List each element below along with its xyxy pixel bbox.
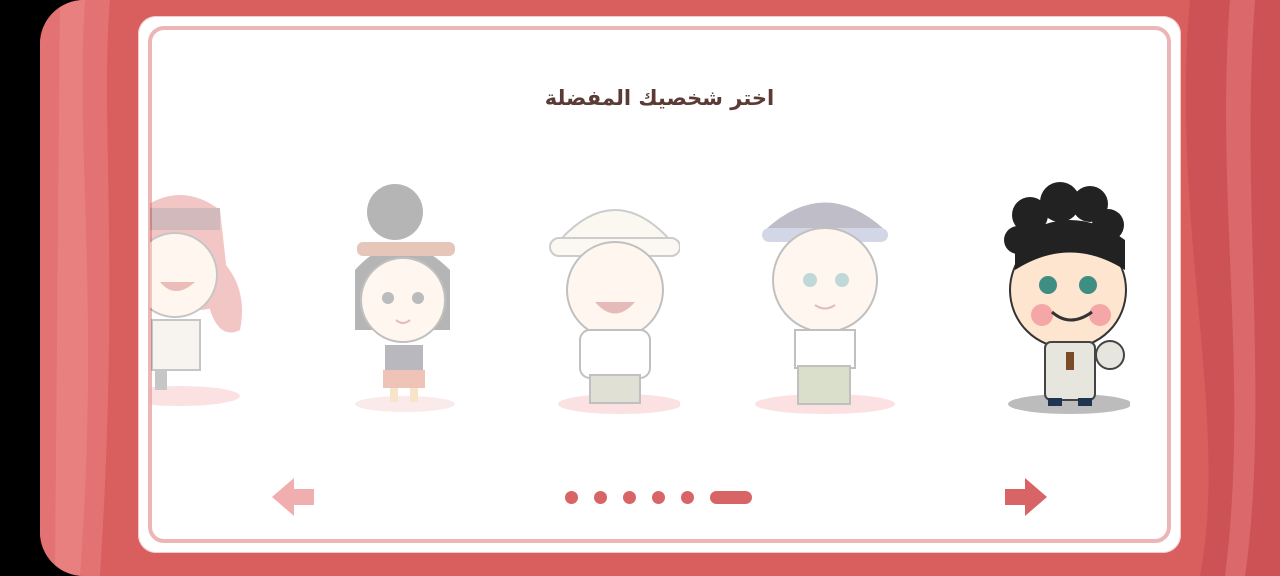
- character-boy-patterned-cap[interactable]: [750, 180, 900, 430]
- arrow-left-icon[interactable]: [270, 474, 316, 520]
- pagination-dot-active[interactable]: [710, 490, 752, 504]
- pagination-dot[interactable]: [652, 490, 665, 504]
- character-boy-curly-hair[interactable]: [990, 180, 1130, 430]
- character-girl-hair-bun[interactable]: [340, 180, 470, 430]
- page-title: اختر شخصيك المفضلة: [544, 86, 775, 110]
- pagination-dot[interactable]: [565, 490, 578, 504]
- pagination-dot[interactable]: [594, 490, 607, 504]
- pagination-dot[interactable]: [623, 490, 636, 504]
- pagination-dots: [565, 489, 752, 505]
- character-carousel[interactable]: [150, 150, 1130, 440]
- pagination-dot[interactable]: [681, 490, 694, 504]
- arrow-right-icon[interactable]: [1003, 474, 1049, 520]
- character-boy-white-kufi[interactable]: [540, 180, 680, 430]
- character-girl-red-hair[interactable]: [150, 170, 260, 420]
- app-screen: اختر شخصيك المفضلة: [40, 0, 1280, 576]
